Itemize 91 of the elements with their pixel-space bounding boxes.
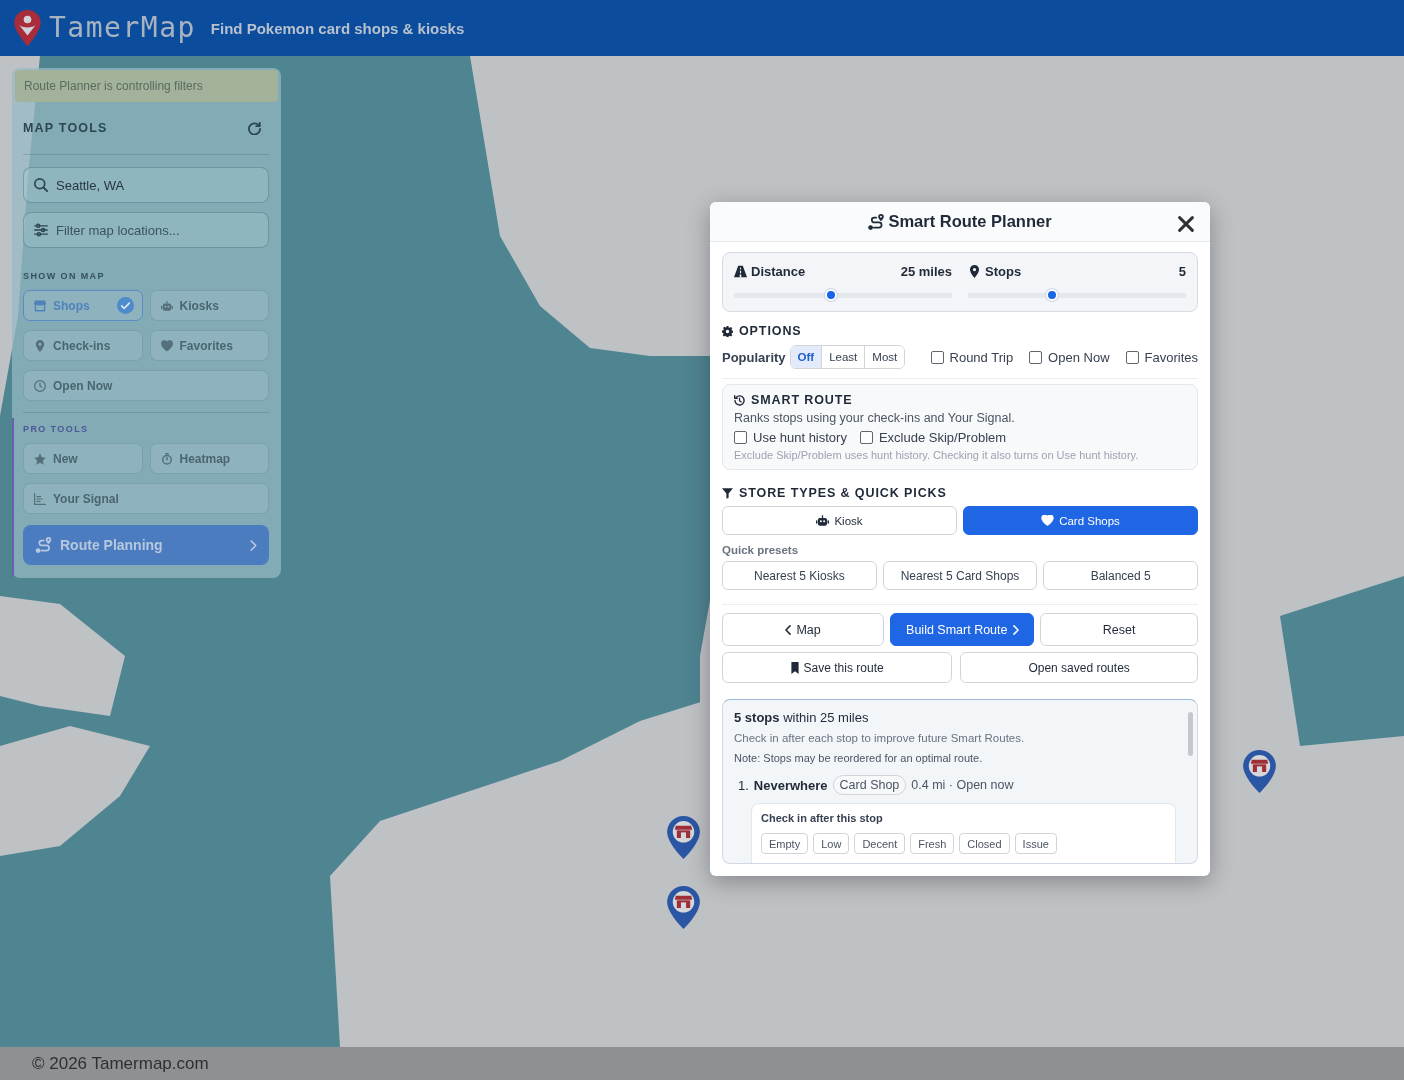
slider-value: 5 [1178,263,1186,279]
segment-option[interactable]: Most [864,346,905,368]
route-icon [868,213,885,230]
robot-icon [816,515,830,526]
sliders-icon [34,223,48,237]
section-heading: STORE TYPES & QUICK PICKS [739,486,947,500]
shop-marker-icon[interactable] [667,816,700,859]
segment-option[interactable]: Off [790,346,822,368]
note-text: Note: Stops may be reordered for an optimal route. [734,752,984,764]
description-text: Ranks stops using your check-ins and Your Signal. [734,411,1016,425]
checkbox-label[interactable]: Use hunt history [753,430,847,445]
search-field[interactable]: Seattle, WA [23,167,269,203]
checkbox-label[interactable]: Exclude Skip/Problem [878,430,1007,445]
map-pin-icon [968,264,981,278]
hint-text: Check in after each stop to improve future Smart Routes. [734,732,1026,744]
stop-number: 1. [738,777,749,793]
logo-pin-icon [14,10,41,46]
slider-thumb[interactable] [1046,289,1059,301]
checkin-option-button[interactable]: Low [813,833,850,854]
presets-label: Quick presets [722,544,800,556]
chevron-right-icon [1012,624,1019,635]
dialog-title: Smart Route Planner [888,212,1052,231]
section-label: SHOW ON MAP [23,271,106,281]
checkbox[interactable] [1029,350,1043,364]
check-circle-icon [116,297,134,314]
results-summary: 5 stops within 25 miles [734,710,870,725]
close-button[interactable] [1176,213,1196,234]
checkin-label: Check in after this stop [761,812,884,824]
type-tag: Card Shop [832,775,907,795]
scrollbar-thumb[interactable] [1188,712,1193,756]
stop-details: 0.4 mi · Open now [911,778,1014,792]
section-heading: SMART ROUTE [751,393,853,407]
bookmark-icon [790,661,799,674]
checkin-option-button[interactable]: Issue [1014,833,1057,854]
checkbox-label[interactable]: Round Trip [949,349,1014,365]
refresh-icon[interactable] [248,121,261,135]
route-icon [35,537,52,553]
close-icon [1178,215,1194,232]
checkbox[interactable] [734,431,747,444]
popularity-label: Popularity [722,349,786,365]
shop-marker-icon[interactable] [667,886,700,929]
copyright-text: © 2026 Tamermap.com [32,1053,209,1074]
road-icon [734,264,747,278]
panel-title: MAP TOOLS [23,121,108,135]
stop-name[interactable]: Neverwhere [753,777,828,793]
star-icon [34,452,46,465]
bar-chart-icon [34,492,46,505]
stopwatch-icon [160,452,173,465]
heart-icon [160,339,173,352]
funnel-icon [722,487,733,499]
action-button[interactable]: Map [722,613,885,646]
preset-button[interactable]: Balanced 5 [1043,561,1198,590]
robot-icon [160,299,173,312]
slider-value: 25 miles [900,263,952,279]
brand-name[interactable]: TamerMap [49,14,196,42]
section-label: PRO TOOLS [23,424,90,434]
slider-label: Distance [751,263,806,279]
checkin-option-button[interactable]: Closed [959,833,1010,854]
preset-button[interactable]: Nearest 5 Kiosks [722,561,877,590]
note-text: Exclude Skip/Problem uses hunt history. Checking it also turns on Use hunt history. [734,449,1140,461]
route-button[interactable]: Save this route [722,652,953,683]
preset-button[interactable]: Nearest 5 Card Shops [882,561,1038,590]
map-pin-icon [34,339,46,352]
action-button[interactable]: Build Smart Route [890,613,1035,646]
history-icon [734,394,745,406]
checkin-option-button[interactable]: Empty [761,833,809,854]
checkbox-label[interactable]: Open Now [1048,349,1110,365]
action-button[interactable]: Reset [1040,613,1198,646]
checkbox[interactable] [1125,350,1139,364]
info-banner: Route Planner is controlling filters [15,70,278,102]
route-button[interactable]: Open saved routes [960,652,1198,683]
shop-icon [34,299,46,312]
shop-marker-icon[interactable] [1243,750,1276,793]
slider-label: Stops [985,263,1022,279]
checkbox[interactable] [930,350,944,364]
chevron-right-icon [250,539,257,551]
section-heading: OPTIONS [739,324,802,338]
checkbox-label[interactable]: Favorites [1144,349,1198,365]
store-type-button[interactable]: Kiosk [722,506,957,535]
checkin-option-button[interactable]: Fresh [910,833,955,854]
checkbox[interactable] [859,431,873,444]
checkin-option-button[interactable]: Decent [854,833,906,854]
clock-icon [34,379,46,392]
gear-icon [722,325,733,337]
chevron-left-icon [785,624,792,635]
search-icon [34,178,48,192]
slider-thumb[interactable] [824,289,837,301]
filter-field[interactable]: Filter map locations... [23,212,269,248]
heart-icon [1041,515,1055,526]
tagline: Find Pokemon card shops & kiosks [210,19,465,37]
store-type-button[interactable]: Card Shops [963,506,1198,535]
